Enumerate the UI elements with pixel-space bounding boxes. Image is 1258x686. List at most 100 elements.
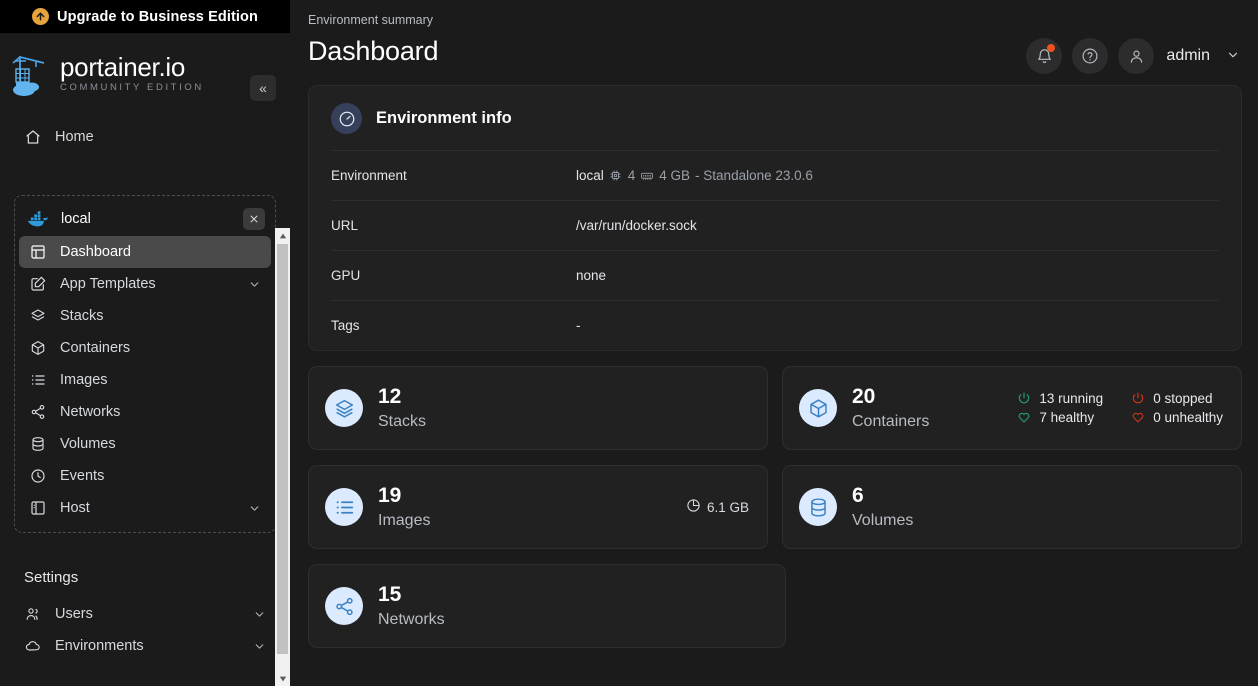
info-row-value: /var/run/docker.sock [576,218,697,233]
memory-icon [640,169,654,183]
info-row-key: URL [331,218,359,233]
info-row-key: Tags [331,318,360,333]
sidebar-collapse-button[interactable]: « [250,75,276,101]
stat-label: Networks [378,610,445,628]
sidebar-item-environments[interactable]: Environments [14,630,276,662]
sidebar-item-users[interactable]: Users [14,598,276,630]
status-unhealthy: 0 unhealthy [1131,410,1223,425]
stat-card-volumes[interactable]: 6 Volumes [782,465,1242,549]
user-menu-chevron-down-icon[interactable] [1226,48,1240,65]
environment-close-button[interactable] [243,208,265,230]
sidebar-item-host[interactable]: Host [19,492,271,524]
environment-detail: - Standalone 23.0.6 [695,168,813,183]
environment-nav-items: Dashboard App Templates Stacks Container… [15,236,275,524]
environment-group: local Dashboard App Templates Stacks Con… [14,195,276,533]
power-icon [1131,391,1146,406]
power-icon [1017,391,1032,406]
sidebar-item-containers[interactable]: Containers [19,332,271,364]
scrollbar-up-arrow[interactable] [275,228,290,243]
stat-count: 6 [852,483,864,507]
environment-info-title: Environment info [376,109,512,127]
sidebar-item-events[interactable]: Events [19,460,271,492]
chevron-down-icon[interactable] [253,640,266,653]
environment-info-card: Environment info Environment local 4 4 G… [308,85,1242,351]
sidebar-item-images[interactable]: Images [19,364,271,396]
sidebar-item-label: Events [60,467,105,484]
sidebar-item-home[interactable]: Home [14,121,276,153]
layout-spacer [800,564,1242,648]
arrow-up-circle-icon [32,8,50,25]
sidebar: Upgrade to Business Edition portainer.io… [0,0,290,686]
stat-label: Stacks [378,412,427,430]
portainer-crane-logo [10,49,56,99]
upgrade-banner[interactable]: Upgrade to Business Edition [0,0,290,33]
sidebar-scroll-area: Home local Dashboard App Templates Stack… [0,114,290,686]
docker-whale-icon [26,210,48,228]
stat-cards-row-1: 12 Stacks 20 Containers 13 running 0 sto… [308,366,1242,450]
help-button[interactable] [1072,38,1109,74]
info-row-key: Environment [331,168,407,183]
pie-chart-icon [686,498,701,516]
stat-card-networks[interactable]: 15 Networks [308,564,786,648]
gauge-icon [331,103,362,134]
brand-name: portainer.io [60,52,186,82]
list-icon [29,372,46,389]
user-name[interactable]: admin [1166,47,1210,65]
status-healthy: 7 healthy [1017,410,1103,425]
sidebar-item-volumes[interactable]: Volumes [19,428,271,460]
upgrade-banner-label: Upgrade to Business Edition [57,8,258,25]
layers-icon [325,389,363,427]
notification-badge [1047,44,1056,52]
container-status-grid: 13 running 0 stopped 7 healthy 0 unhealt… [1017,391,1223,425]
scrollbar-down-arrow[interactable] [275,671,290,686]
cpu-count: 4 [627,168,636,183]
sidebar-item-label: Stacks [60,307,104,324]
info-row-tags: Tags - [331,300,1219,350]
stat-card-images[interactable]: 19 Images 6.1 GB [308,465,768,549]
stat-card-containers[interactable]: 20 Containers 13 running 0 stopped 7 hea… [782,366,1242,450]
sidebar-item-app-templates[interactable]: App Templates [19,268,271,300]
cube-icon [29,340,46,357]
sidebar-item-label: Environments [55,637,144,654]
chevron-down-icon[interactable] [253,608,266,621]
environment-info-rows: Environment local 4 4 GB - Standalone 23… [309,150,1241,350]
stat-count: 19 [378,483,402,507]
stat-text: 20 Containers [852,385,1017,432]
brand[interactable]: portainer.io COMMUNITY EDITION « [0,33,290,114]
database-icon [799,488,837,526]
stat-count: 20 [852,384,876,408]
list-icon [325,488,363,526]
sidebar-item-networks[interactable]: Networks [19,396,271,428]
status-text: 0 stopped [1153,391,1213,406]
users-icon [24,606,41,623]
stat-card-stacks[interactable]: 12 Stacks [308,366,768,450]
sidebar-item-label: Volumes [60,435,116,452]
environment-info-header: Environment info [309,86,1241,150]
sidebar-item-dashboard[interactable]: Dashboard [19,236,271,268]
breadcrumb: Environment summary [308,13,434,27]
share-nodes-icon [325,587,363,625]
images-size-text: 6.1 GB [706,499,749,515]
environment-name: local [61,211,91,227]
sidebar-item-label: Users [55,605,93,622]
cpu-icon [609,169,623,183]
stat-count: 15 [378,582,402,606]
chevron-down-icon[interactable] [248,278,261,291]
cloud-icon [24,638,41,655]
environment-header[interactable]: local [15,202,275,236]
sidebar-item-label: Host [60,499,90,516]
sidebar-item-stacks[interactable]: Stacks [19,300,271,332]
sidebar-scrollbar[interactable] [275,228,290,686]
stat-cards-row-2: 19 Images 6.1 GB 6 Volumes [308,465,1242,549]
avatar[interactable] [1118,38,1155,74]
sidebar-item-label: Home [55,128,94,145]
stat-label: Images [378,511,431,529]
chevron-down-icon[interactable] [248,502,261,515]
scrollbar-thumb[interactable] [277,244,288,654]
memory-value: 4 GB [659,168,691,183]
notifications-button[interactable] [1026,38,1063,74]
stat-text: 19 Images [378,484,686,531]
status-text: 7 healthy [1039,410,1095,425]
database-icon [29,436,46,453]
share-nodes-icon [29,404,46,421]
